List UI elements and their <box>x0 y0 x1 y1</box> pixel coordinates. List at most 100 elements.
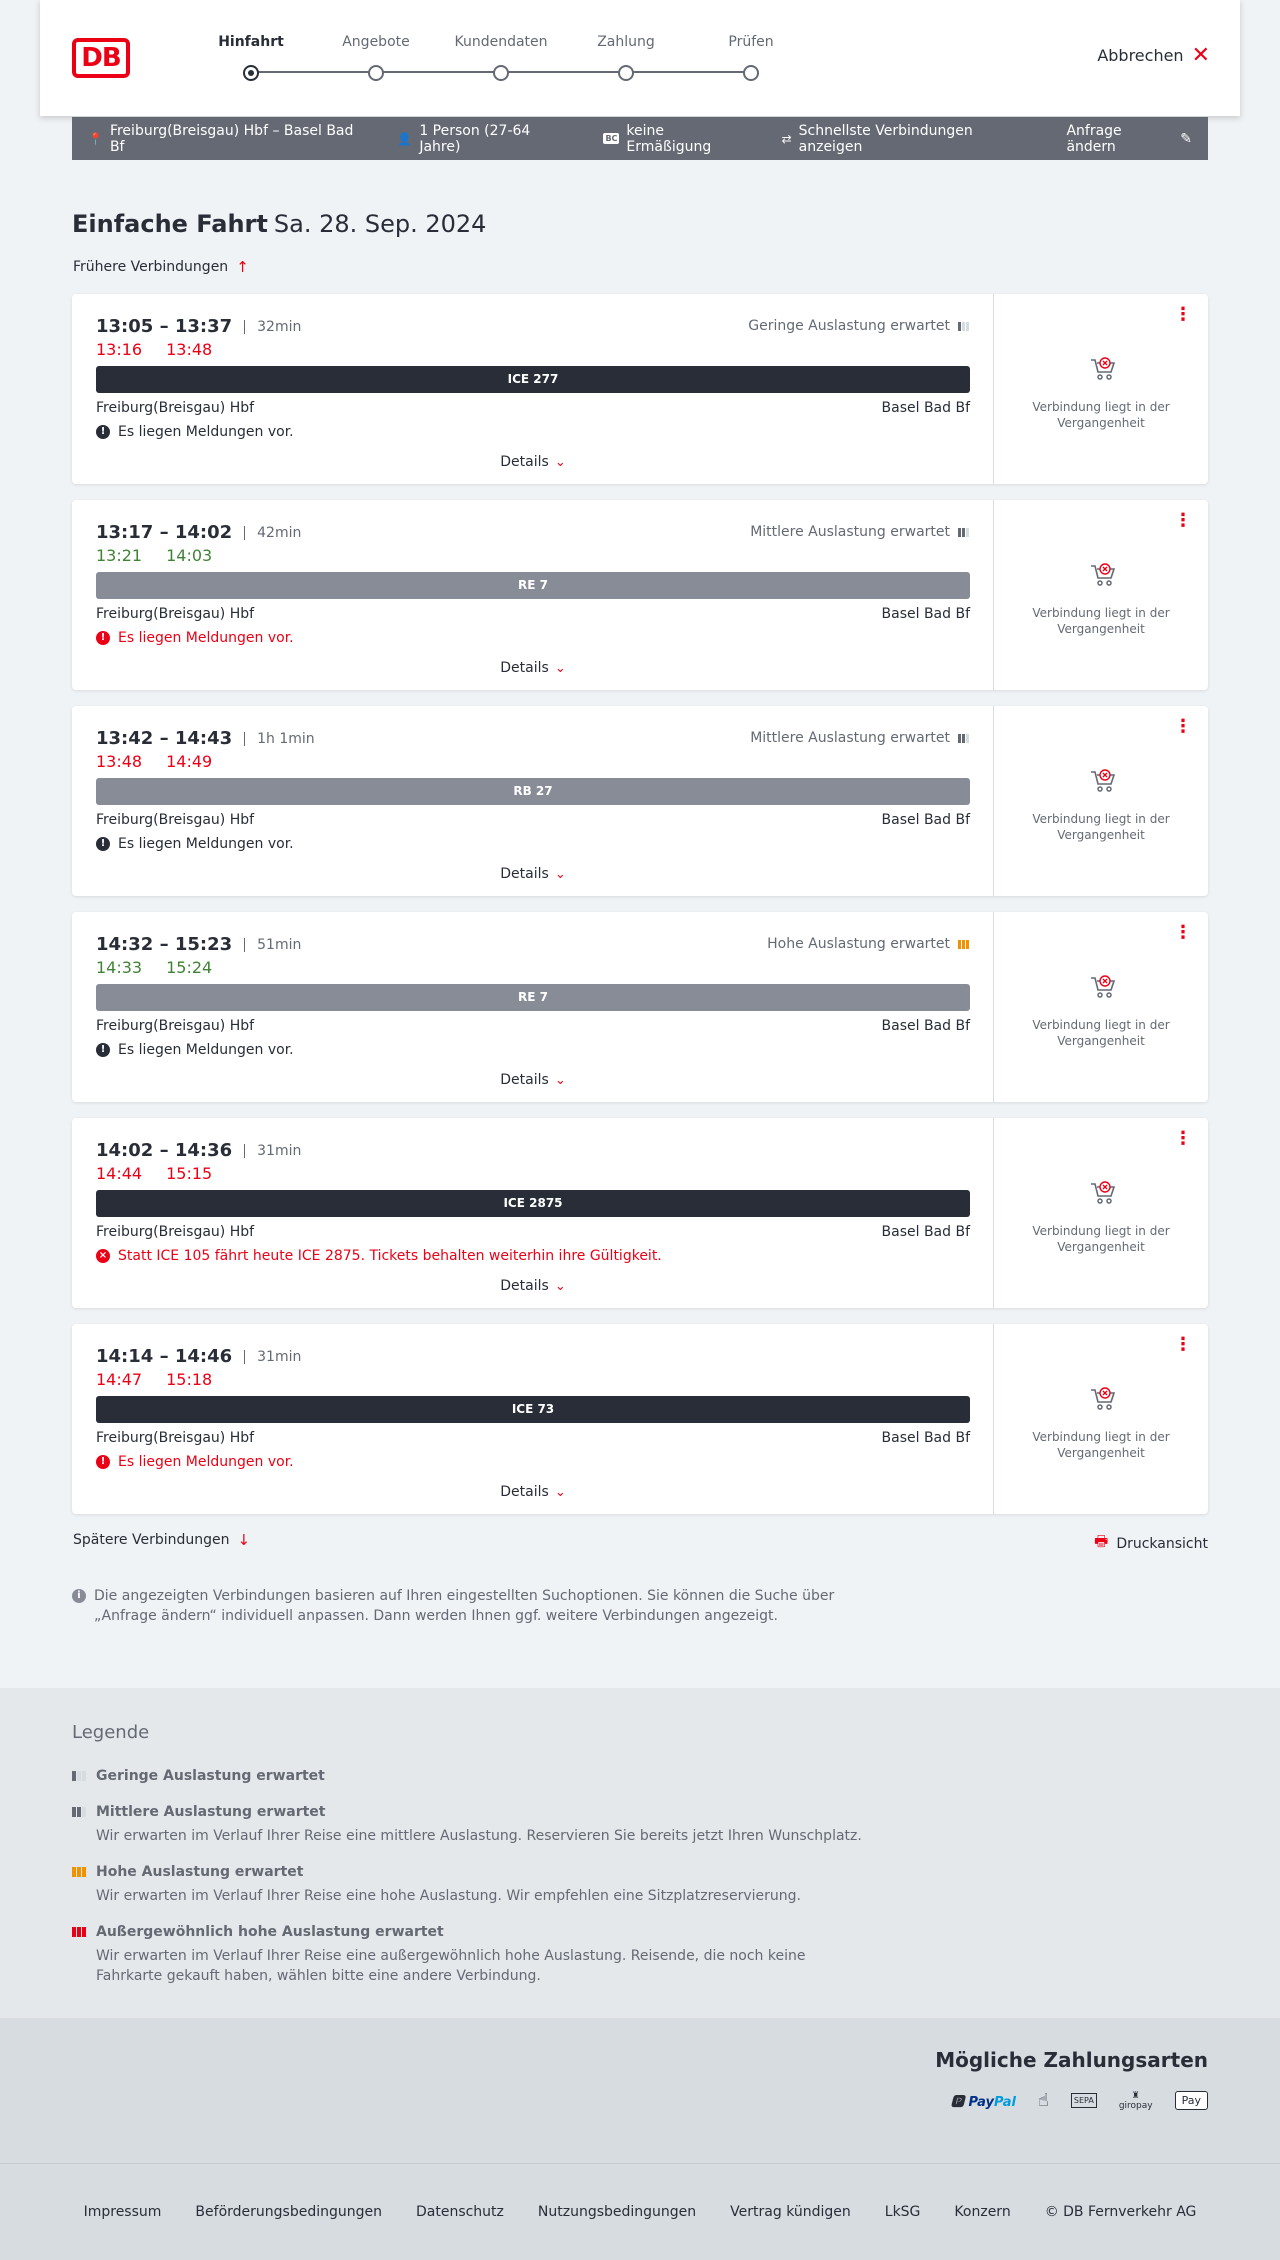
message-text: Es liegen Meldungen vor. <box>118 1042 294 1058</box>
footer-link-konzern[interactable]: Konzern <box>954 2204 1010 2220</box>
connection-card[interactable]: 14:32 – 15:23 51min 14:33 15:24 Hohe Auslast… <box>72 912 1208 1102</box>
connection-summary: 13:17 – 14:02 42min 13:21 14:03 Mittlere Aus… <box>72 500 994 690</box>
connection-card[interactable]: 13:17 – 14:02 42min 13:21 14:03 Mittlere Aus… <box>72 500 1208 690</box>
footer: Impressum Beförderungsbedingungen Datens… <box>0 2164 1280 2260</box>
realtime-departure: 13:48 <box>96 752 143 771</box>
destination-station: Basel Bad Bf <box>881 1018 970 1034</box>
footer-link-lksg[interactable]: LkSG <box>885 2204 921 2220</box>
paypal-icon: 🅿 <box>950 2095 964 2110</box>
scheduled-times: 13:17 – 14:02 42min <box>96 522 301 543</box>
train-segment-bar: RB 27 <box>96 778 970 805</box>
footer-link-befoerderungsbedingungen[interactable]: Beförderungsbedingungen <box>195 2204 382 2220</box>
query-travellers: 👤 1 Person (27-64 Jahre) <box>397 123 571 155</box>
paypal-logo: 🅿 PayPal <box>950 2095 1016 2110</box>
later-connections-link[interactable]: Spätere Verbindungen ↓ <box>73 1531 250 1549</box>
duration: 31min <box>244 1349 301 1364</box>
stations: Freiburg(Breisgau) Hbf Basel Bad Bf <box>96 1224 970 1240</box>
occupancy-high-icon <box>958 939 969 949</box>
realtime-times: 13:21 14:03 <box>96 546 212 565</box>
footer-link-impressum[interactable]: Impressum <box>84 2204 162 2220</box>
connection-card[interactable]: 13:42 – 14:43 1h 1min 13:48 14:49 Mittlere A… <box>72 706 1208 896</box>
stations: Freiburg(Breisgau) Hbf Basel Bad Bf <box>96 1018 970 1034</box>
occupancy-medium-icon <box>958 527 969 537</box>
details-toggle[interactable]: Details ⌄ <box>72 1072 994 1088</box>
realtime-departure: 13:16 <box>96 340 143 359</box>
occupancy-text: Mittlere Auslastung erwartet <box>750 524 950 540</box>
db-logo[interactable]: DB <box>72 38 130 78</box>
footer-copyright: © DB Fernverkehr AG <box>1044 2204 1197 2220</box>
destination-station: Basel Bad Bf <box>881 812 970 828</box>
page-title: Einfache Fahrt Sa. 28. Sep. 2024 <box>72 210 486 238</box>
booking-panel: ⋮ Verbindung liegt in der Vergangenheit <box>994 294 1208 484</box>
realtime-arrival: 13:48 <box>166 340 213 359</box>
realtime-times: 14:47 15:18 <box>96 1370 212 1389</box>
occupancy-indicator: Geringe Auslastung erwartet <box>748 318 969 334</box>
header: DB Hinfahrt Angebote Kundendaten Zahlung… <box>40 0 1240 116</box>
origin-station: Freiburg(Breisgau) Hbf <box>96 1430 255 1446</box>
legend-item-high: Hohe Auslastung erwartet Wir erwarten im… <box>72 1864 872 1906</box>
chevron-down-icon: ⌄ <box>554 867 566 882</box>
close-icon: ✕ <box>1191 42 1210 68</box>
alert-circle-icon: ! <box>96 1455 110 1469</box>
footer-link-vertrag-kuendigen[interactable]: Vertrag kündigen <box>730 2204 851 2220</box>
query-fastest: ⇄ Schnellste Verbindungen anzeigen <box>782 123 1035 155</box>
step-label: Prüfen <box>728 34 774 50</box>
cart-unavailable-icon <box>1091 1181 1116 1204</box>
more-options-icon[interactable]: ⋮ <box>1174 512 1192 530</box>
connection-message: ! Es liegen Meldungen vor. <box>96 1454 294 1470</box>
credit-card-hand-icon: ☝ <box>1037 2090 1049 2111</box>
message-text: Es liegen Meldungen vor. <box>118 1454 294 1470</box>
train-segment-bar: RE 7 <box>96 984 970 1011</box>
more-options-icon[interactable]: ⋮ <box>1174 924 1192 942</box>
details-label: Details <box>500 1484 549 1500</box>
footer-link-nutzungsbedingungen[interactable]: Nutzungsbedingungen <box>538 2204 696 2220</box>
scheduled-times: 14:02 – 14:36 31min <box>96 1140 301 1161</box>
details-toggle[interactable]: Details ⌄ <box>72 1278 994 1294</box>
payment-methods-section: Mögliche Zahlungsarten 🅿 PayPal ☝ SEPA ♜… <box>0 2018 1280 2164</box>
realtime-times: 14:33 15:24 <box>96 958 212 977</box>
connection-card[interactable]: 14:02 – 14:36 31min 14:44 15:15 ICE 2875 Frei… <box>72 1118 1208 1308</box>
stations: Freiburg(Breisgau) Hbf Basel Bad Bf <box>96 1430 970 1446</box>
progress-stepper: Hinfahrt Angebote Kundendaten Zahlung Pr… <box>180 34 780 84</box>
more-options-icon[interactable]: ⋮ <box>1174 306 1192 324</box>
footer-link-datenschutz[interactable]: Datenschutz <box>416 2204 504 2220</box>
origin-station: Freiburg(Breisgau) Hbf <box>96 1018 255 1034</box>
legend-item-title: Geringe Auslastung erwartet <box>96 1768 325 1784</box>
more-options-icon[interactable]: ⋮ <box>1174 718 1192 736</box>
message-text: Es liegen Meldungen vor. <box>118 836 294 852</box>
origin-station: Freiburg(Breisgau) Hbf <box>96 1224 255 1240</box>
connection-card[interactable]: 14:14 – 14:46 31min 14:47 15:18 ICE 73 Freibu… <box>72 1324 1208 1514</box>
booking-panel: ⋮ Verbindung liegt in der Vergangenheit <box>994 1118 1208 1308</box>
fastest-text: Schnellste Verbindungen anzeigen <box>798 122 973 155</box>
past-connection-status: Verbindung liegt in der Vergangenheit <box>1032 606 1170 636</box>
swap-arrows-icon: ⇄ <box>781 131 792 146</box>
connection-message: ! Es liegen Meldungen vor. <box>96 424 294 440</box>
destination-station: Basel Bad Bf <box>881 1224 970 1240</box>
details-toggle[interactable]: Details ⌄ <box>72 1484 994 1500</box>
connection-message: ! Es liegen Meldungen vor. <box>96 1042 294 1058</box>
earlier-connections-link[interactable]: Frühere Verbindungen ↑ <box>73 258 249 276</box>
change-query-button[interactable]: Anfrage ändern ✎ <box>1066 123 1192 155</box>
train-segment-bar: ICE 2875 <box>96 1190 970 1217</box>
more-options-icon[interactable]: ⋮ <box>1174 1336 1192 1354</box>
alert-circle-icon: ! <box>96 837 110 851</box>
details-toggle[interactable]: Details ⌄ <box>72 866 994 882</box>
arrow-up-icon: ↑ <box>236 258 249 276</box>
occupancy-indicator: Mittlere Auslastung erwartet <box>750 524 969 540</box>
connection-card[interactable]: 13:05 – 13:37 32min 13:16 13:48 Geringe Ausl… <box>72 294 1208 484</box>
more-options-icon[interactable]: ⋮ <box>1174 1130 1192 1148</box>
trip-date: Sa. 28. Sep. 2024 <box>273 210 487 238</box>
step-label: Kundendaten <box>454 34 548 50</box>
occupancy-indicator: Mittlere Auslastung erwartet <box>750 730 969 746</box>
details-label: Details <box>500 1278 549 1294</box>
realtime-departure: 14:47 <box>96 1370 143 1389</box>
details-label: Details <box>500 1072 549 1088</box>
details-label: Details <box>500 660 549 676</box>
print-view-link[interactable]: 🖶 Druckansicht <box>1094 1531 1208 1556</box>
legend-item-title: Mittlere Auslastung erwartet <box>96 1804 326 1820</box>
train-segment-bar: ICE 73 <box>96 1396 970 1423</box>
duration: 31min <box>244 1143 301 1158</box>
cancel-button[interactable]: Abbrechen ✕ <box>1097 42 1210 68</box>
details-toggle[interactable]: Details ⌄ <box>72 454 994 470</box>
details-toggle[interactable]: Details ⌄ <box>72 660 994 676</box>
